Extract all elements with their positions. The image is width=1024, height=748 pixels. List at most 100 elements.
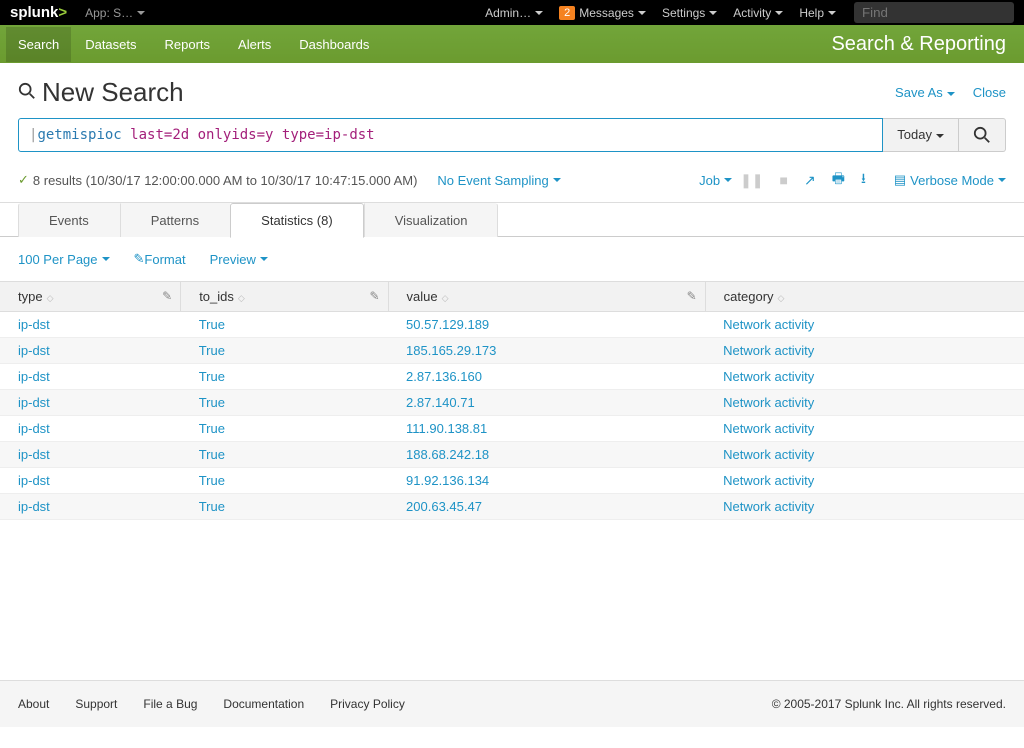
nav-search[interactable]: Search xyxy=(6,27,71,62)
cell-category[interactable]: Network activity xyxy=(723,317,814,332)
download-icon[interactable]: ⭳ xyxy=(861,168,866,192)
help-menu[interactable]: Help xyxy=(799,6,836,20)
result-tabs: Events Patterns Statistics (8) Visualiza… xyxy=(0,203,1024,237)
search-mode[interactable]: ▤Verbose Mode xyxy=(894,172,1006,188)
cell-value[interactable]: 50.57.129.189 xyxy=(406,317,489,332)
logo: splunk> xyxy=(10,4,67,21)
footer-documentation[interactable]: Documentation xyxy=(223,697,304,711)
list-icon: ▤ xyxy=(894,172,906,188)
stop-icon: ■ xyxy=(780,172,788,188)
chevron-down-icon xyxy=(998,178,1006,182)
cell-to_ids[interactable]: True xyxy=(199,499,225,514)
cell-category[interactable]: Network activity xyxy=(723,395,814,410)
nav-alerts[interactable]: Alerts xyxy=(238,27,271,62)
save-as-button[interactable]: Save As xyxy=(895,85,955,100)
app-selector[interactable]: App: S… xyxy=(85,6,145,20)
cell-to_ids[interactable]: True xyxy=(199,447,225,462)
search-input[interactable]: |getmispioc last=2d onlyids=y type=ip-ds… xyxy=(18,118,883,152)
chevron-down-icon xyxy=(936,134,944,138)
tab-patterns[interactable]: Patterns xyxy=(120,203,230,237)
cell-type[interactable]: ip-dst xyxy=(18,317,50,332)
cell-value[interactable]: 185.165.29.173 xyxy=(406,343,496,358)
preview-toggle[interactable]: Preview xyxy=(210,252,268,267)
cell-category[interactable]: Network activity xyxy=(723,421,814,436)
table-row: ip-dst True 185.165.29.173 Network activity xyxy=(0,338,1024,364)
cell-value[interactable]: 200.63.45.47 xyxy=(406,499,482,514)
tab-visualization[interactable]: Visualization xyxy=(364,203,499,237)
sort-icon: ◇ xyxy=(442,293,449,303)
event-sampling[interactable]: No Event Sampling xyxy=(437,173,560,188)
col-value[interactable]: value◇✎ xyxy=(388,282,705,312)
pencil-icon[interactable]: ✎ xyxy=(687,289,697,303)
sort-icon: ◇ xyxy=(238,293,245,303)
footer-file-a-bug[interactable]: File a Bug xyxy=(143,697,197,711)
tab-events[interactable]: Events xyxy=(18,203,120,237)
cell-to_ids[interactable]: True xyxy=(199,369,225,384)
nav-dashboards[interactable]: Dashboards xyxy=(299,27,369,62)
chevron-down-icon xyxy=(709,11,717,15)
admin-menu[interactable]: Admin… xyxy=(485,6,543,20)
pencil-icon[interactable]: ✎ xyxy=(369,289,379,303)
nav-datasets[interactable]: Datasets xyxy=(85,27,136,62)
cell-to_ids[interactable]: True xyxy=(199,421,225,436)
footer-support[interactable]: Support xyxy=(75,697,117,711)
sort-icon: ◇ xyxy=(778,293,785,303)
cell-value[interactable]: 111.90.138.81 xyxy=(406,421,487,436)
cell-category[interactable]: Network activity xyxy=(723,343,814,358)
cell-type[interactable]: ip-dst xyxy=(18,421,50,436)
page-header: New Search Save As Close xyxy=(0,63,1024,118)
col-to-ids[interactable]: to_ids◇✎ xyxy=(181,282,388,312)
cell-value[interactable]: 2.87.136.160 xyxy=(406,369,482,384)
cell-category[interactable]: Network activity xyxy=(723,499,814,514)
search-icon xyxy=(973,126,991,144)
per-page-selector[interactable]: 100 Per Page xyxy=(18,252,110,267)
settings-menu[interactable]: Settings xyxy=(662,6,717,20)
cell-value[interactable]: 188.68.242.18 xyxy=(406,447,489,462)
pencil-icon[interactable]: ✎ xyxy=(162,289,172,303)
time-range-picker[interactable]: Today xyxy=(883,118,959,152)
page-title: New Search xyxy=(42,77,184,108)
job-menu[interactable]: Job xyxy=(699,173,732,188)
table-row: ip-dst True 188.68.242.18 Network activity xyxy=(0,442,1024,468)
table-row: ip-dst True 91.92.136.134 Network activity xyxy=(0,468,1024,494)
cell-category[interactable]: Network activity xyxy=(723,473,814,488)
cell-value[interactable]: 91.92.136.134 xyxy=(406,473,489,488)
cell-type[interactable]: ip-dst xyxy=(18,447,50,462)
tab-statistics[interactable]: Statistics (8) xyxy=(230,203,364,238)
activity-menu[interactable]: Activity xyxy=(733,6,783,20)
top-bar: splunk> App: S… Admin… 2Messages Setting… xyxy=(0,0,1024,25)
run-search-button[interactable] xyxy=(959,118,1006,152)
cell-to_ids[interactable]: True xyxy=(199,473,225,488)
format-button[interactable]: ✎ Format xyxy=(134,251,186,267)
chevron-down-icon xyxy=(535,11,543,15)
cell-to_ids[interactable]: True xyxy=(199,343,225,358)
footer-privacy[interactable]: Privacy Policy xyxy=(330,697,405,711)
cell-type[interactable]: ip-dst xyxy=(18,369,50,384)
cell-to_ids[interactable]: True xyxy=(199,317,225,332)
cell-type[interactable]: ip-dst xyxy=(18,343,50,358)
col-type[interactable]: type◇✎ xyxy=(0,282,181,312)
footer-about[interactable]: About xyxy=(18,697,49,711)
share-icon[interactable]: ↗ xyxy=(804,172,816,189)
chevron-down-icon xyxy=(102,257,110,261)
messages-menu[interactable]: 2Messages xyxy=(559,6,646,20)
table-row: ip-dst True 50.57.129.189 Network activity xyxy=(0,312,1024,338)
close-button[interactable]: Close xyxy=(973,85,1006,100)
nav-reports[interactable]: Reports xyxy=(165,27,211,62)
table-controls: 100 Per Page ✎ Format Preview xyxy=(0,237,1024,281)
find-input[interactable] xyxy=(854,2,1014,23)
col-category[interactable]: category◇ xyxy=(705,282,1024,312)
chevron-down-icon xyxy=(775,11,783,15)
chevron-down-icon xyxy=(137,11,145,15)
cell-type[interactable]: ip-dst xyxy=(18,395,50,410)
cell-category[interactable]: Network activity xyxy=(723,447,814,462)
cell-value[interactable]: 2.87.140.71 xyxy=(406,395,475,410)
cell-type[interactable]: ip-dst xyxy=(18,499,50,514)
print-icon[interactable]: 🖶 xyxy=(832,168,845,192)
cell-category[interactable]: Network activity xyxy=(723,369,814,384)
cell-to_ids[interactable]: True xyxy=(199,395,225,410)
cell-type[interactable]: ip-dst xyxy=(18,473,50,488)
chevron-down-icon xyxy=(638,11,646,15)
app-nav: Search Datasets Reports Alerts Dashboard… xyxy=(0,25,1024,63)
chevron-down-icon xyxy=(553,178,561,182)
